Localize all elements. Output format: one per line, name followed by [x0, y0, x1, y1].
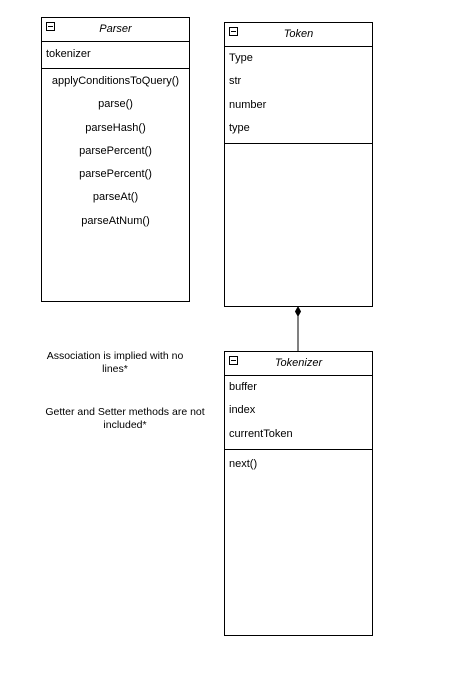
getter-setter-note: Getter and Setter methods are not includ…	[45, 406, 205, 431]
composition-diamond-icon	[294, 305, 302, 318]
composition-connector[interactable]	[0, 0, 462, 681]
association-note: Association is implied with no lines*	[46, 350, 184, 375]
